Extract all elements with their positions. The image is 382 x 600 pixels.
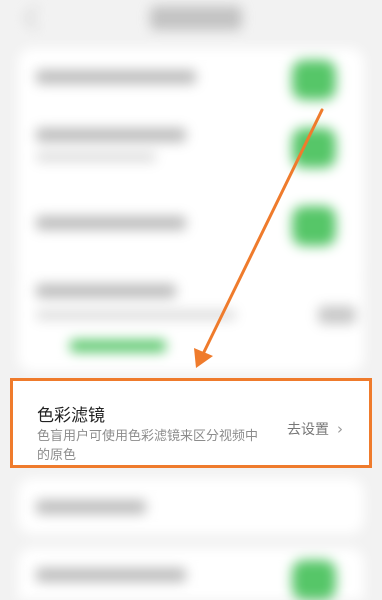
annotation-arrow-icon	[194, 108, 324, 368]
